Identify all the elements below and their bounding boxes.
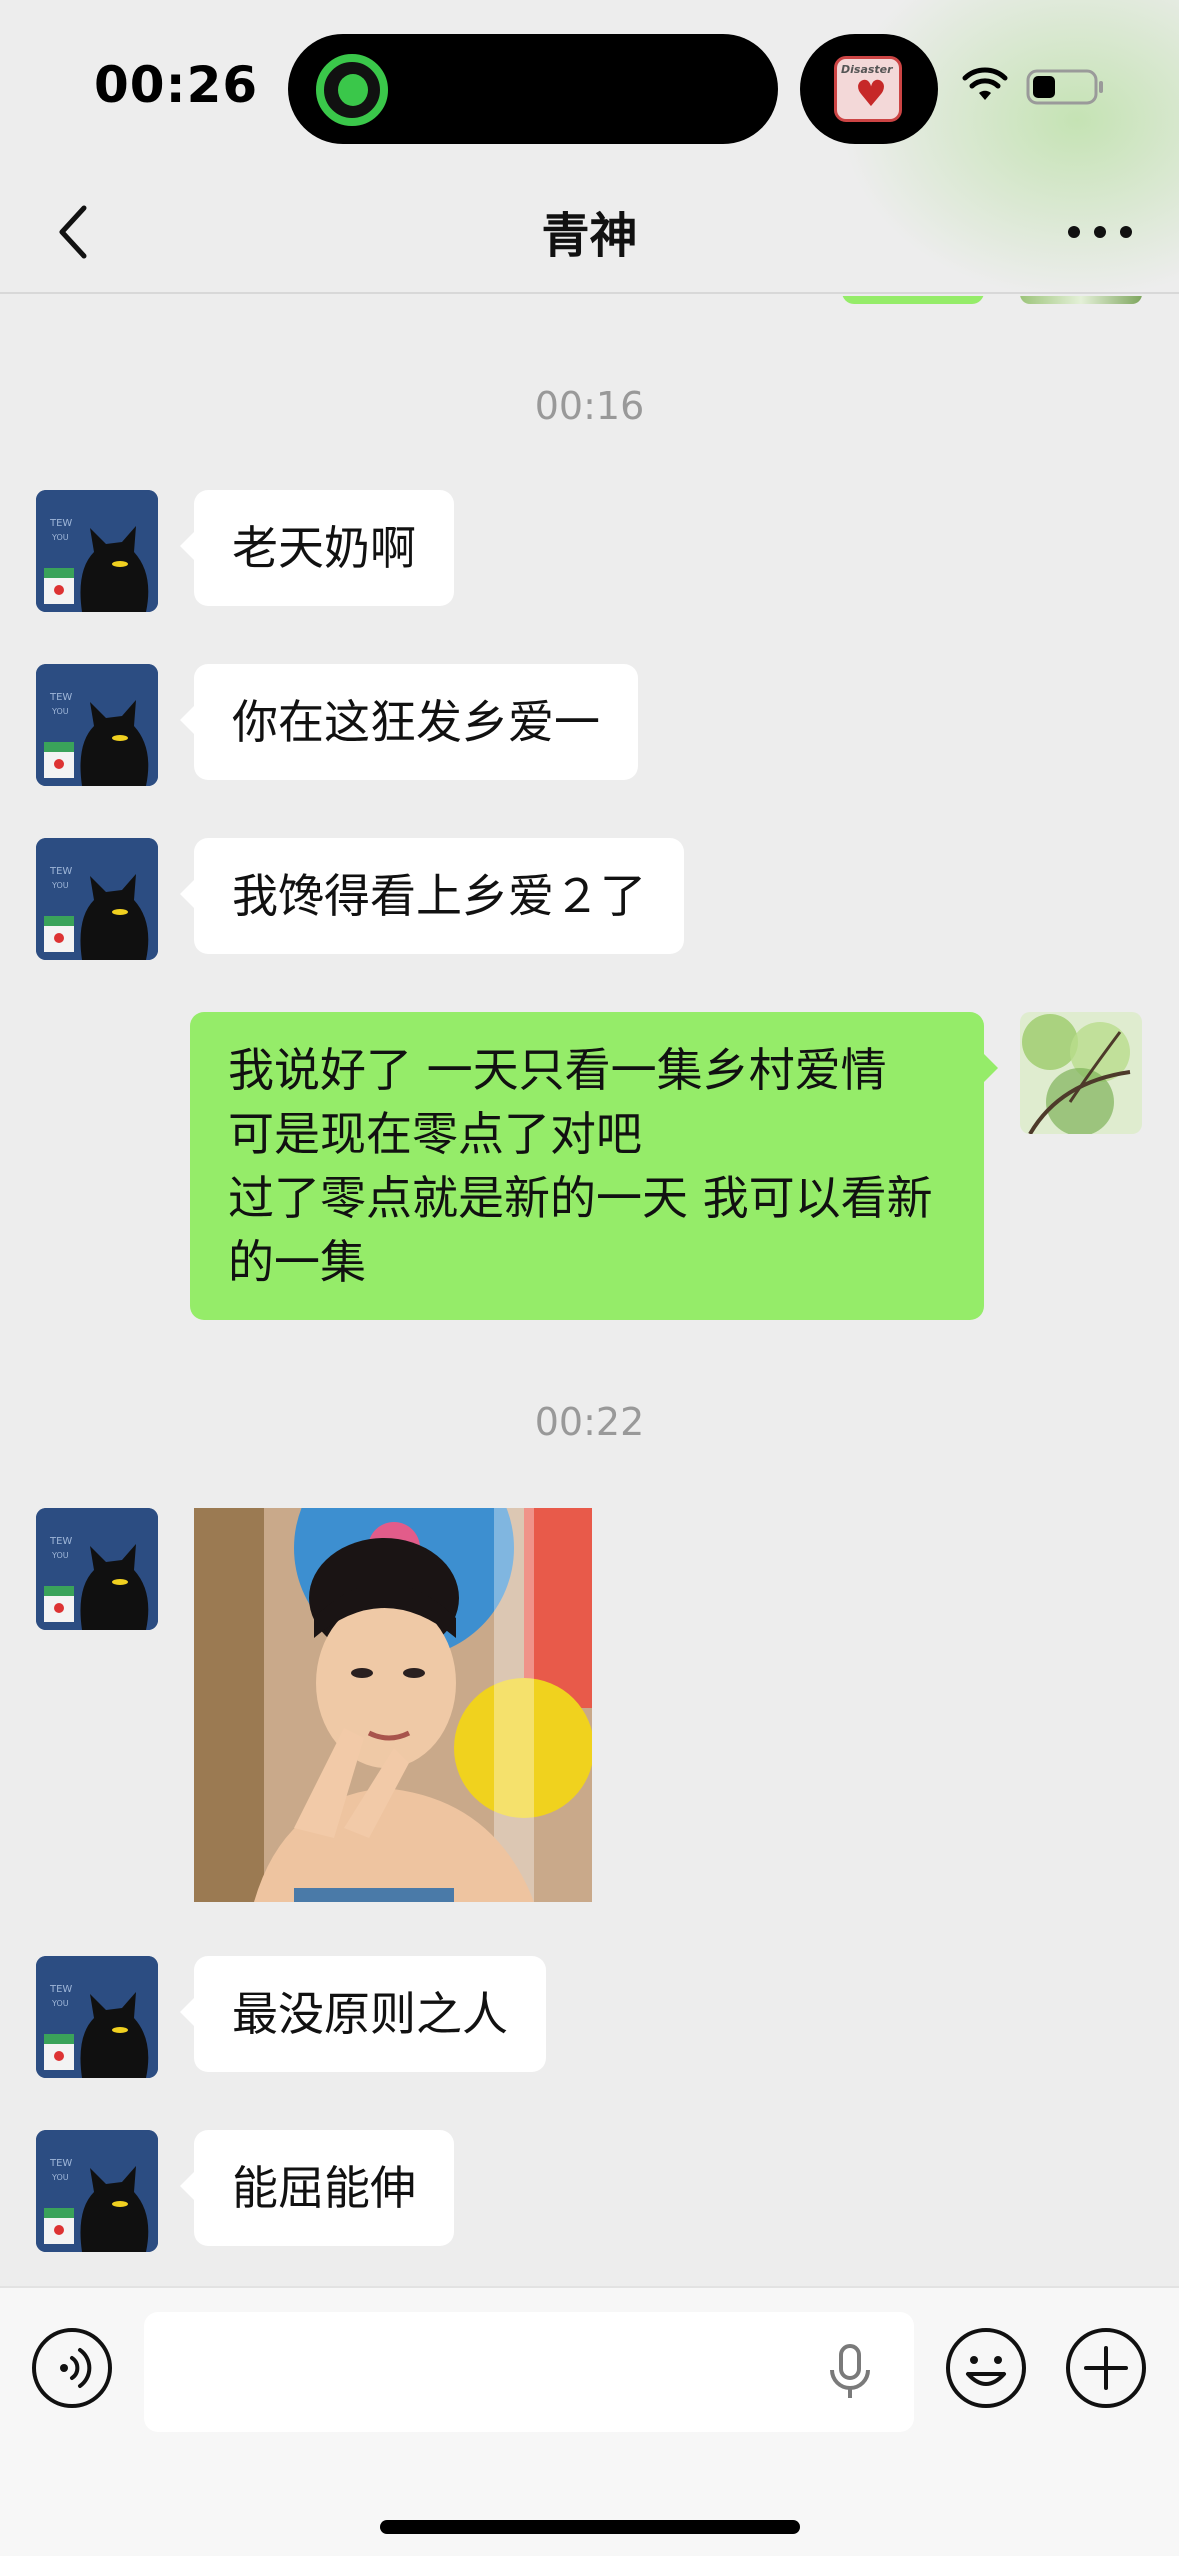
- chat-title: 青神: [541, 208, 638, 264]
- chat-screen: 00:26 Disaster ♥ 青神 00:16 TEW YOU 老天奶啊 T…: [0, 0, 1179, 2556]
- message-bubble[interactable]: 老天奶啊: [180, 490, 454, 606]
- svg-text:TEW: TEW: [49, 2158, 72, 2169]
- message-bubble[interactable]: 能屈能伸: [180, 2130, 454, 2246]
- timestamp: 00:16: [534, 384, 645, 428]
- voice-icon[interactable]: [30, 2326, 114, 2410]
- svg-text:YOU: YOU: [51, 2173, 69, 2182]
- contact-avatar[interactable]: TEW YOU: [36, 838, 158, 960]
- message-bubble[interactable]: 最没原则之人: [180, 1956, 546, 2072]
- previous-avatar[interactable]: [1020, 296, 1142, 304]
- status-time: 00:26: [94, 56, 259, 114]
- dynamic-island[interactable]: [288, 34, 778, 144]
- message-bubble[interactable]: 我馋得看上乡爱２了: [180, 838, 684, 954]
- message-input[interactable]: [144, 2312, 914, 2432]
- previous-message-bubble[interactable]: [842, 296, 984, 304]
- contact-avatar[interactable]: TEW YOU: [36, 1956, 158, 2078]
- home-indicator[interactable]: [380, 2520, 800, 2534]
- image-message[interactable]: [194, 1508, 592, 1902]
- svg-text:YOU: YOU: [51, 1999, 69, 2008]
- my-avatar[interactable]: [1020, 1012, 1142, 1134]
- contact-avatar[interactable]: TEW YOU: [36, 490, 158, 612]
- svg-text:YOU: YOU: [51, 881, 69, 890]
- svg-text:TEW: TEW: [49, 692, 72, 703]
- svg-text:YOU: YOU: [51, 533, 69, 542]
- svg-text:TEW: TEW: [49, 1536, 72, 1547]
- mic-icon[interactable]: [820, 2342, 880, 2402]
- contact-avatar[interactable]: TEW YOU: [36, 664, 158, 786]
- contact-avatar[interactable]: TEW YOU: [36, 2130, 158, 2252]
- live-activity-icon: [316, 54, 388, 126]
- message-list[interactable]: 00:16 TEW YOU 老天奶啊 TEW YOU 你在这狂发乡爱一 TEW YOU…: [0, 296, 1179, 2286]
- now-playing-pill[interactable]: Disaster ♥: [800, 34, 938, 144]
- input-bar: [0, 2286, 1179, 2556]
- svg-text:YOU: YOU: [51, 1551, 69, 1560]
- svg-text:TEW: TEW: [49, 1984, 72, 1995]
- svg-text:TEW: TEW: [49, 518, 72, 529]
- contact-avatar[interactable]: TEW YOU: [36, 1508, 158, 1630]
- my-message-bubble[interactable]: 我说好了 一天只看一集乡村爱情 可是现在零点了对吧 过了零点就是新的一天 我可以…: [190, 1012, 998, 1320]
- emoji-icon[interactable]: [944, 2326, 1028, 2410]
- battery-icon: [1026, 69, 1103, 105]
- status-bar: 00:26 Disaster ♥: [0, 0, 1179, 300]
- message-bubble[interactable]: 你在这狂发乡爱一: [180, 664, 638, 780]
- svg-text:YOU: YOU: [51, 707, 69, 716]
- nav-bar: 青神: [0, 170, 1179, 294]
- timestamp: 00:22: [534, 1400, 645, 1444]
- svg-text:TEW: TEW: [49, 866, 72, 877]
- album-art-icon: Disaster ♥: [834, 56, 902, 122]
- wifi-icon: [962, 67, 1008, 100]
- plus-icon[interactable]: [1064, 2326, 1148, 2410]
- more-dots-icon[interactable]: [1060, 200, 1140, 264]
